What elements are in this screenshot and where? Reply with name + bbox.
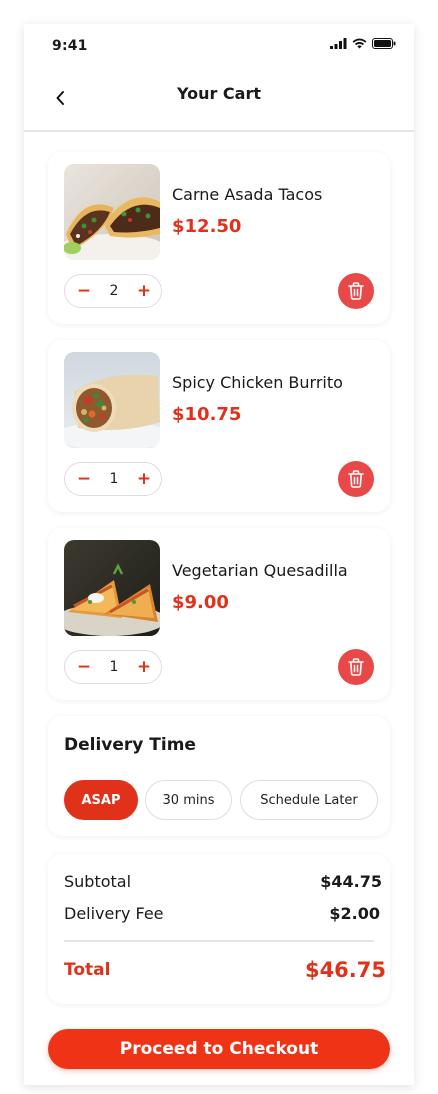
delivery-time-title: Delivery Time — [64, 735, 196, 755]
delete-item-button[interactable] — [338, 461, 374, 497]
cart-item-card: Carne Asada Tacos $12.50 − 2 + — [48, 152, 390, 324]
quantity-value: 1 — [109, 471, 119, 487]
delivery-fee-label: Delivery Fee — [64, 904, 164, 923]
status-bar: 9:41 — [24, 24, 414, 68]
quantity-stepper: − 1 + — [64, 462, 162, 496]
total-label: Total — [64, 960, 111, 980]
item-image-tacos — [64, 164, 160, 260]
item-price: $9.00 — [172, 592, 229, 613]
cart-item-card: Vegetarian Quesadilla $9.00 − 1 + — [48, 528, 390, 700]
total-value: $46.75 — [304, 958, 386, 982]
status-time: 9:41 — [52, 38, 88, 54]
trash-icon — [348, 658, 364, 676]
decrease-quantity-button[interactable]: − — [75, 658, 93, 676]
quantity-value: 2 — [109, 283, 119, 299]
trash-icon — [348, 470, 364, 488]
subtotal-label: Subtotal — [64, 872, 132, 891]
delete-item-button[interactable] — [338, 273, 374, 309]
delivery-fee-value: $2.00 — [329, 904, 380, 923]
decrease-quantity-button[interactable]: − — [75, 282, 93, 300]
item-image-quesadilla — [64, 540, 160, 636]
order-summary-card: Subtotal $44.75 Delivery Fee $2.00 Total… — [48, 854, 390, 1004]
quantity-stepper: − 2 + — [64, 274, 162, 308]
increase-quantity-button[interactable]: + — [135, 658, 153, 676]
wifi-icon — [352, 38, 367, 49]
checkout-button[interactable]: Proceed to Checkout — [48, 1029, 390, 1069]
subtotal-value: $44.75 — [320, 872, 382, 891]
total-row: Total $46.75 — [64, 959, 386, 981]
increase-quantity-button[interactable]: + — [135, 470, 153, 488]
item-price: $12.50 — [172, 216, 242, 237]
quantity-stepper: − 1 + — [64, 650, 162, 684]
item-name: Spicy Chicken Burrito — [172, 373, 343, 392]
page-title: Your Cart — [176, 84, 262, 103]
battery-icon — [372, 38, 396, 49]
delivery-fee-row: Delivery Fee $2.00 — [64, 903, 380, 925]
delivery-time-card: Delivery Time ASAP 30 mins Schedule Late… — [48, 716, 390, 836]
header: Your Cart — [24, 68, 414, 132]
phone-screen: 9:41 Your Cart Carne Asada Tacos $12.50 … — [24, 24, 414, 1085]
delivery-option-30-mins[interactable]: 30 mins — [145, 780, 232, 820]
item-name: Carne Asada Tacos — [172, 185, 323, 204]
increase-quantity-button[interactable]: + — [135, 282, 153, 300]
status-icons — [330, 38, 396, 49]
delivery-option-schedule-later[interactable]: Schedule Later — [240, 780, 378, 820]
trash-icon — [348, 282, 364, 300]
cart-item-card: Spicy Chicken Burrito $10.75 − 1 + — [48, 340, 390, 512]
quantity-value: 1 — [109, 659, 119, 675]
cellular-signal-icon — [330, 38, 347, 49]
decrease-quantity-button[interactable]: − — [75, 470, 93, 488]
item-image-burrito — [64, 352, 160, 448]
delivery-option-asap[interactable]: ASAP — [64, 780, 138, 820]
summary-divider — [64, 940, 374, 942]
subtotal-row: Subtotal $44.75 — [64, 871, 382, 893]
delete-item-button[interactable] — [338, 649, 374, 685]
item-name: Vegetarian Quesadilla — [172, 561, 348, 580]
item-price: $10.75 — [172, 404, 242, 425]
